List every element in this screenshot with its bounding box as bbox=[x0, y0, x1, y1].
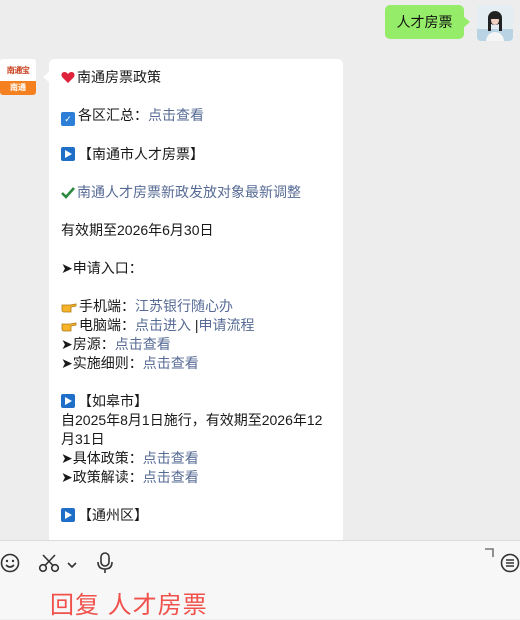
user-message-bubble[interactable]: 人才房票 bbox=[385, 5, 470, 39]
user-message-text: 人才房票 bbox=[396, 14, 453, 30]
bot-avatar-city: 南通 bbox=[0, 81, 36, 95]
summary-label: 各区汇总： bbox=[78, 107, 148, 123]
news-line: 南通人才房票新政发放对象最新调整 bbox=[61, 183, 301, 204]
rugao-date-line2: 月31日 bbox=[61, 431, 105, 447]
rugao-date-line1: 自2025年8月1日施行，有效期至2026年12 bbox=[61, 412, 323, 428]
checkbox-icon: ✓ bbox=[61, 112, 75, 126]
play-button-icon bbox=[61, 508, 75, 522]
rules-link[interactable]: 点击查看 bbox=[143, 355, 199, 371]
microphone-icon[interactable] bbox=[96, 552, 114, 579]
policy-line: ➤具体政策：点击查看 bbox=[61, 449, 199, 468]
house-line: ➤房源：点击查看 bbox=[61, 335, 171, 354]
pc-label: 电脑端： bbox=[79, 317, 135, 333]
play-button-icon bbox=[61, 147, 75, 161]
mobile-entry-line: 手机端：江苏银行随心办 bbox=[61, 297, 233, 318]
interpret-label: ➤政策解读： bbox=[61, 469, 143, 485]
interpret-line: ➤政策解读：点击查看 bbox=[61, 468, 199, 487]
pc-separator: | bbox=[191, 317, 199, 333]
house-label: ➤房源： bbox=[61, 336, 115, 352]
section-tongzhou-line: 【通州区】 bbox=[61, 506, 148, 525]
expand-icon[interactable] bbox=[484, 547, 496, 565]
validity-text: 有效期至2026年6月30日 bbox=[61, 222, 214, 238]
pc-entry-line: 电脑端：点击进入 |申请流程 bbox=[61, 316, 255, 337]
section-city-line: 【南通市人才房票】 bbox=[61, 145, 204, 164]
message-title: 南通房票政策 bbox=[77, 69, 161, 85]
interpret-link[interactable]: 点击查看 bbox=[143, 469, 199, 485]
mobile-link[interactable]: 江苏银行随心办 bbox=[135, 298, 233, 314]
check-mark-icon bbox=[61, 185, 75, 204]
scissors-icon[interactable] bbox=[38, 553, 60, 578]
chevron-down-icon[interactable] bbox=[66, 557, 78, 575]
rules-line: ➤实施细则：点击查看 bbox=[61, 354, 199, 373]
house-link[interactable]: 点击查看 bbox=[115, 336, 171, 352]
apply-entry-label: ➤申请入口： bbox=[61, 260, 143, 276]
emoji-icon[interactable] bbox=[0, 553, 20, 578]
user-avatar[interactable] bbox=[477, 5, 513, 41]
play-button-icon bbox=[61, 394, 75, 408]
bot-avatar[interactable]: 南通宝 南通 bbox=[0, 59, 36, 95]
pc-enter-link[interactable]: 点击进入 bbox=[135, 317, 191, 333]
reply-keyword-text: 回复 人才房票 bbox=[50, 592, 208, 619]
news-link[interactable]: 南通人才房票新政发放对象最新调整 bbox=[77, 184, 301, 200]
chat-area: 人才房票 南通宝 南通 南通房票政策 ✓ 各区汇总：点击查看 【南通市人才房票】 … bbox=[0, 0, 520, 540]
rules-label: ➤实施细则： bbox=[61, 355, 143, 371]
menu-icon[interactable] bbox=[500, 553, 520, 578]
bot-message-bubble: 南通房票政策 ✓ 各区汇总：点击查看 【南通市人才房票】 南通人才房票新政发放对象… bbox=[43, 59, 343, 540]
input-toolbar: 回复 人才房票 bbox=[0, 540, 520, 619]
bot-avatar-logo-text: 南通宝 bbox=[0, 59, 36, 81]
heart-icon bbox=[61, 70, 75, 89]
policy-label: ➤具体政策： bbox=[61, 450, 143, 466]
section-rugao-title: 【如皋市】 bbox=[78, 393, 148, 409]
section-tongzhou-title: 【通州区】 bbox=[78, 507, 148, 523]
policy-link[interactable]: 点击查看 bbox=[143, 450, 199, 466]
mobile-label: 手机端： bbox=[79, 298, 135, 314]
pc-process-link[interactable]: 申请流程 bbox=[199, 317, 255, 333]
section-city-title: 【南通市人才房票】 bbox=[78, 146, 204, 162]
summary-line: ✓ 各区汇总：点击查看 bbox=[61, 106, 204, 126]
summary-link[interactable]: 点击查看 bbox=[148, 107, 204, 123]
message-title-line: 南通房票政策 bbox=[61, 68, 161, 89]
section-rugao-line: 【如皋市】 bbox=[61, 392, 148, 411]
